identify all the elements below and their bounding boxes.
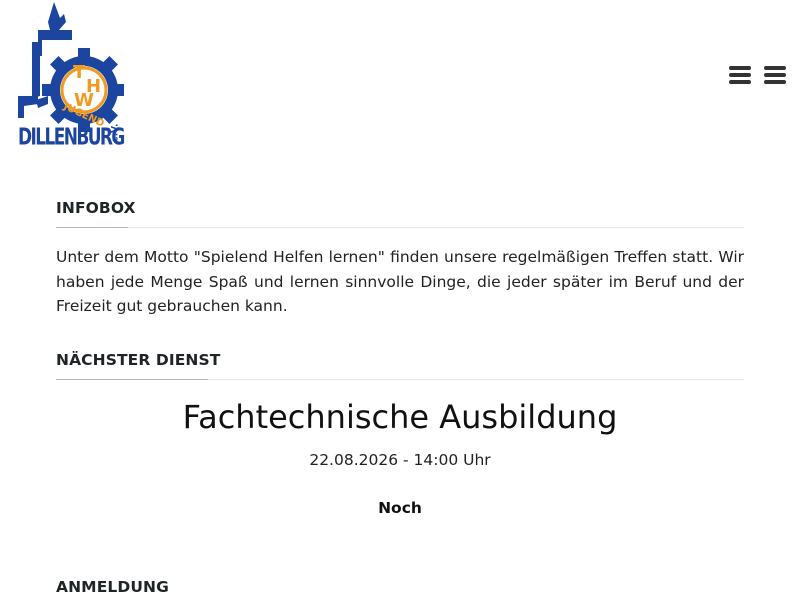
site-logo[interactable]: T H W JUGEND DILLENBURG e.V.: [14, 0, 126, 152]
infobox-title: INFOBOX: [56, 199, 136, 217]
menu-icon[interactable]: [764, 66, 786, 84]
menu-icon-bar: [729, 66, 751, 70]
menu-icon[interactable]: [729, 66, 751, 84]
logo-letter-t: T: [73, 62, 86, 83]
infobox-text: Unter dem Motto "Spielend Helfen lernen"…: [56, 248, 744, 315]
registration-section: ANMELDUNG: [56, 578, 744, 596]
section-divider: [56, 379, 744, 380]
next-service-title: NÄCHSTER DIENST: [56, 351, 221, 369]
logo-suffix: e.V.: [110, 123, 121, 143]
menu-icon-bar: [764, 73, 786, 77]
menu-icon-bar: [764, 80, 786, 84]
event-title: Fachtechnische Ausbildung: [182, 398, 618, 436]
countdown-label: Noch: [378, 499, 422, 517]
registration-title: ANMELDUNG: [56, 578, 169, 596]
menu-icon-bar: [729, 73, 751, 77]
logo-wordmark: DILLENBURG: [18, 124, 125, 151]
event-datetime: 22.08.2026 - 14:00 Uhr: [309, 451, 491, 469]
next-service-section: NÄCHSTER DIENST: [56, 351, 744, 380]
section-divider: [56, 227, 744, 228]
menu-icon-bar: [764, 66, 786, 70]
infobox-section: INFOBOX Unter dem Motto "Spielend Helfen…: [56, 199, 744, 319]
menu-icon-bar: [729, 80, 751, 84]
